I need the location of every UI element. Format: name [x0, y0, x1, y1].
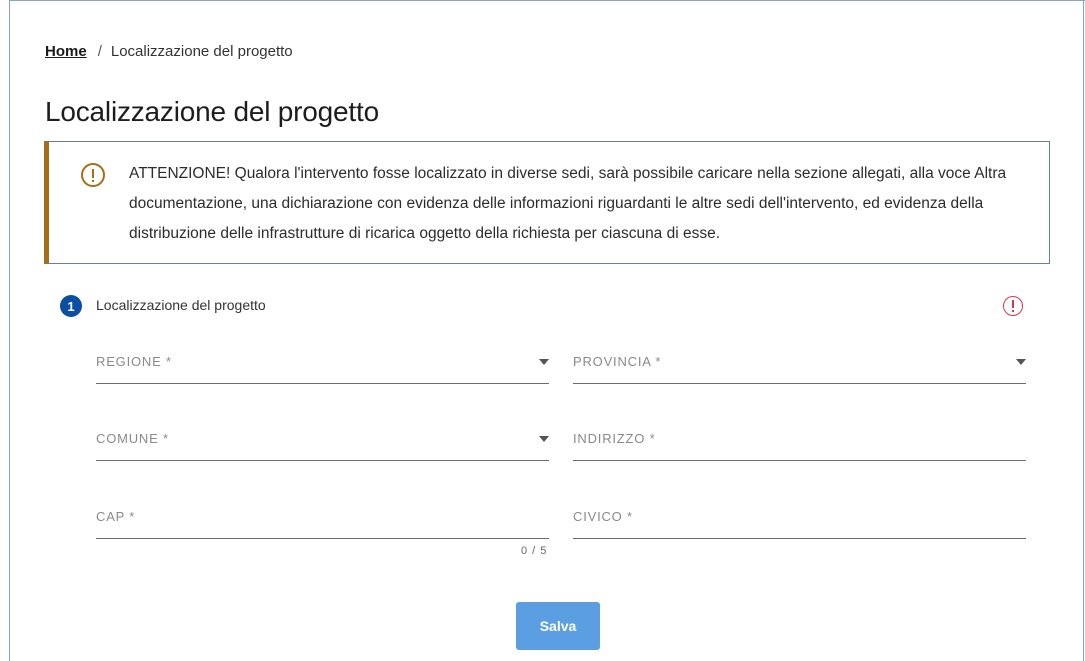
breadcrumb-separator: /: [97, 43, 102, 60]
breadcrumb-home-link[interactable]: Home: [45, 43, 87, 60]
caret-down-icon: [1016, 359, 1026, 365]
error-circle-icon: [1003, 296, 1023, 316]
frame-left-border: [9, 0, 10, 661]
caret-down-icon: [539, 359, 549, 365]
cap-character-counter: 0 / 5: [521, 545, 548, 557]
regione-label: REGIONE *: [96, 354, 172, 369]
page-title: Localizzazione del progetto: [45, 96, 379, 127]
step-number-badge: 1: [60, 295, 82, 317]
breadcrumb-current: Localizzazione del progetto: [110, 43, 293, 60]
step-label: Localizzazione del progetto: [96, 297, 266, 313]
provincia-label: PROVINCIA *: [573, 354, 662, 369]
alert-text: ATTENZIONE! Qualora l'intervento fosse l…: [129, 165, 1007, 242]
frame-top-border: [9, 0, 1085, 1]
warning-alert: ATTENZIONE! Qualora l'intervento fosse l…: [44, 141, 1050, 264]
provincia-select[interactable]: PROVINCIA *: [573, 344, 1026, 384]
civico-input[interactable]: CIVICO *: [573, 499, 1026, 539]
indirizzo-label: INDIRIZZO *: [573, 431, 656, 446]
comune-label: COMUNE *: [96, 431, 169, 446]
civico-label: CIVICO *: [573, 509, 633, 524]
save-button[interactable]: Salva: [516, 602, 600, 650]
cap-label: CAP *: [96, 509, 136, 524]
indirizzo-input[interactable]: INDIRIZZO *: [573, 421, 1026, 461]
cap-input[interactable]: CAP *: [96, 499, 549, 539]
frame-right-border: [1083, 0, 1084, 661]
caret-down-icon: [539, 436, 549, 442]
regione-select[interactable]: REGIONE *: [96, 344, 549, 384]
warning-circle-icon: [81, 163, 105, 187]
comune-select[interactable]: COMUNE *: [96, 421, 549, 461]
breadcrumb: Home / Localizzazione del progetto: [45, 43, 293, 60]
